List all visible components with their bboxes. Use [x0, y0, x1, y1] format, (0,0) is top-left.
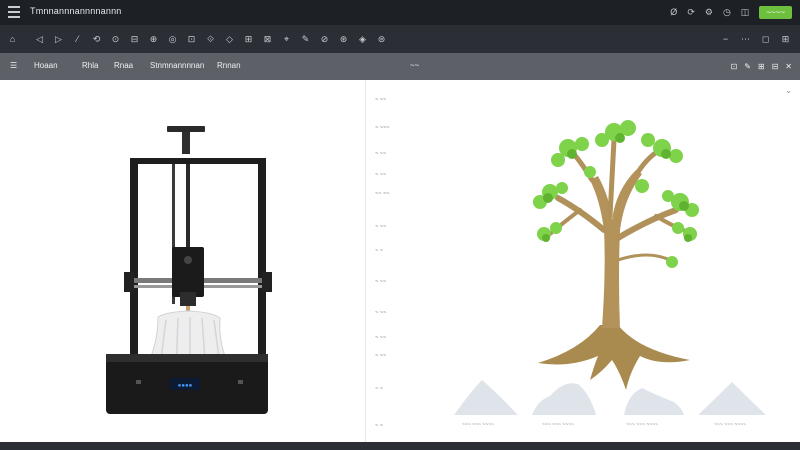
refresh-icon[interactable]: ⟳ — [687, 8, 695, 17]
property-row: ~ ~ — [375, 386, 383, 392]
thumbnail-label: ~~~ ~~~ ~~~~ — [626, 422, 658, 428]
menu-item-2[interactable]: Rhla — [82, 61, 98, 70]
minus-box-icon[interactable]: ⊟ — [128, 33, 141, 46]
printer-illustration: ▪▪▪▪ — [106, 126, 272, 414]
close-icon[interactable]: ✕ — [785, 62, 792, 71]
thumbnail-1[interactable] — [452, 370, 524, 420]
properties-panel: ~ ~~ ~ ~~~ ~ ~~ ~ ~~ ~~ ~~ ~ ~~ ~ ~ ~ ~~… — [375, 80, 435, 442]
ring-icon[interactable]: ◎ — [166, 33, 179, 46]
forward-icon[interactable]: ▷ — [52, 33, 65, 46]
settings-icon[interactable]: ⚙ — [705, 8, 713, 17]
property-row: ~~ ~~ — [375, 191, 390, 197]
property-row: ~ ~~ — [375, 172, 387, 178]
equals-circle-icon[interactable]: ⊜ — [375, 33, 388, 46]
crosshair-icon[interactable]: ⌖ — [280, 33, 293, 46]
secondary-bar: ☰ Hoaan Rhla Rnaa Stnmnannnnan Rnnan ~~ … — [0, 53, 800, 80]
collapse-icon[interactable]: ⌄ — [785, 86, 792, 95]
cross-box-icon[interactable]: ⊠ — [261, 33, 274, 46]
diamond-dot-icon[interactable]: ◈ — [356, 33, 369, 46]
property-row: ~ ~~ — [375, 224, 387, 230]
property-row: ~ ~ — [375, 423, 383, 429]
back-icon[interactable]: ◁ — [33, 33, 46, 46]
frame-icon[interactable]: ⊡ — [185, 33, 198, 46]
frame-icon[interactable]: ⊡ — [730, 62, 737, 71]
property-row: ~ ~ — [375, 248, 383, 254]
diamond-icon[interactable]: ◇ — [223, 33, 236, 46]
grid-icon[interactable]: ⊞ — [758, 62, 765, 71]
property-row: ~ ~~ — [375, 310, 387, 316]
property-row: ~ ~~ — [375, 353, 387, 359]
minus-box-icon[interactable]: ⊟ — [772, 62, 779, 71]
plus-circle-icon[interactable]: ⊕ — [147, 33, 160, 46]
thumbnail-label: ~~~ ~~~ ~~~~ — [542, 422, 574, 428]
title-bar: Tmnnannnannnnannn Ø ⟳ ⚙ ◷ ◫ ~~~~ — [0, 0, 800, 25]
layout-icon[interactable]: ⊞ — [779, 33, 792, 46]
secondary-bar-actions: ⊡ ✎ ⊞ ⊟ ✕ — [730, 53, 792, 80]
property-row: ~ ~~~ — [375, 125, 390, 131]
main-toolbar: ⌂ ◁ ▷ ⁄ ⟲ ⊙ ⊟ ⊕ ◎ ⊡ ⟐ ◇ ⊞ ⊠ ⌖ ✎ ⊘ ⊛ ◈ ⊜ … — [0, 25, 800, 53]
more-icon[interactable]: ⋯ — [739, 33, 752, 46]
toolbar-right-group: − ⋯ ◻ ⊞ — [719, 25, 792, 53]
menu-item-1[interactable]: Hoaan — [34, 61, 58, 70]
thumbnail-strip: ~~~ ~~~ ~~~~ ~~~ ~~~ ~~~~ ~~~ ~~~ ~~~~ ~… — [450, 370, 780, 440]
rotate-icon[interactable]: ⟐ — [204, 33, 217, 46]
workspace: ▪▪▪▪ ~ ~~ ~ ~~~ ~ ~~ ~ ~~ ~~ ~~ ~ ~~ ~ ~… — [0, 80, 800, 442]
property-row: ~ ~~ — [375, 279, 387, 285]
star-circle-icon[interactable]: ⊛ — [337, 33, 350, 46]
thumbnail-label: ~~~ ~~~ ~~~~ — [714, 422, 746, 428]
slash-circle-icon[interactable]: ⊘ — [318, 33, 331, 46]
panel-divider — [365, 80, 366, 442]
clock-icon[interactable]: ◷ — [723, 8, 731, 17]
menu-item-3[interactable]: Rnaa — [114, 61, 133, 70]
menu-item-5[interactable]: Rnnan — [217, 61, 241, 70]
home-icon[interactable]: ⌂ — [6, 33, 19, 46]
minimize-icon[interactable]: − — [719, 33, 732, 46]
slash-icon[interactable]: ⁄ — [71, 33, 84, 46]
toolbar-left-group: ⌂ ◁ ▷ ⁄ ⟲ ⊙ ⊟ ⊕ ◎ ⊡ ⟐ ◇ ⊞ ⊠ ⌖ ✎ ⊘ ⊛ ◈ ⊜ — [6, 25, 394, 53]
tree-model-preview — [533, 120, 699, 390]
pencil-icon[interactable]: ✎ — [299, 33, 312, 46]
edit-icon[interactable]: ✎ — [744, 62, 751, 71]
no-sync-icon[interactable]: Ø — [670, 8, 677, 17]
thumbnail-2[interactable] — [528, 370, 600, 420]
window-icon[interactable]: ◻ — [759, 33, 772, 46]
undo-icon[interactable]: ⟲ — [90, 33, 103, 46]
menu-item-4[interactable]: Stnmnannnnan — [150, 61, 204, 70]
thumbnail-label: ~~~ ~~~ ~~~~ — [462, 422, 494, 428]
hamburger-menu-icon[interactable] — [8, 6, 20, 18]
thumbnail-4[interactable] — [696, 370, 768, 420]
printer-display: ▪▪▪▪ — [178, 382, 192, 389]
panel-icon[interactable]: ◫ — [741, 8, 750, 17]
target-icon[interactable]: ⊙ — [109, 33, 122, 46]
title-bar-actions: Ø ⟳ ⚙ ◷ ◫ ~~~~ — [670, 4, 792, 21]
grid-icon[interactable]: ⊞ — [242, 33, 255, 46]
status-bar — [0, 442, 800, 450]
app-title: Tmnnannnannnnannn — [30, 6, 122, 16]
list-icon[interactable]: ☰ — [10, 61, 17, 70]
property-row: ~ ~~ — [375, 97, 387, 103]
primary-action-button[interactable]: ~~~~ — [759, 6, 792, 19]
property-row: ~ ~~ — [375, 335, 387, 341]
property-row: ~ ~~ — [375, 151, 387, 157]
menu-item-6[interactable]: ~~ — [410, 61, 419, 70]
thumbnail-3[interactable] — [618, 370, 690, 420]
